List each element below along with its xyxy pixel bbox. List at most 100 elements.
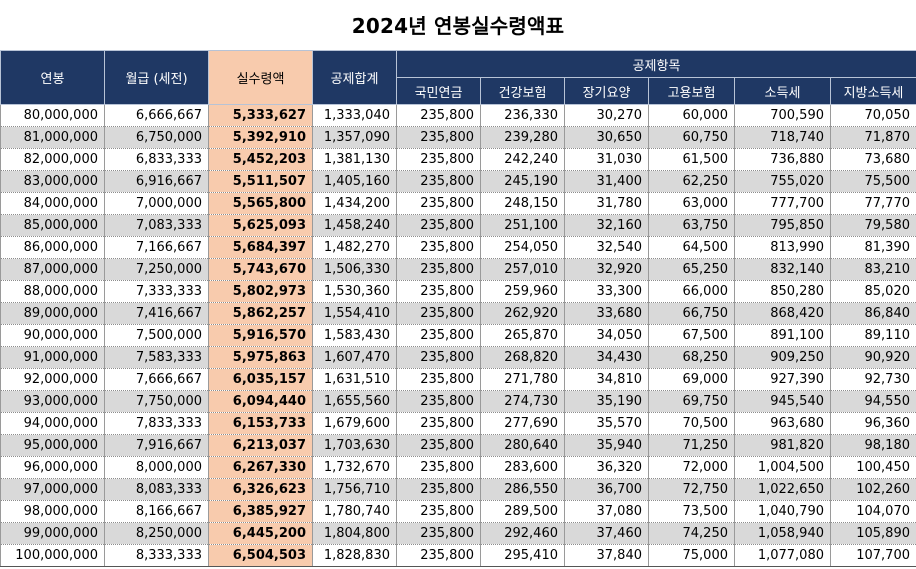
employment-cell[interactable]: 62,250 xyxy=(648,170,735,193)
employment-cell[interactable]: 63,000 xyxy=(648,192,735,215)
local-tax-cell[interactable]: 92,730 xyxy=(830,368,916,391)
employment-cell[interactable]: 73,500 xyxy=(648,500,735,523)
pension-cell[interactable]: 235,800 xyxy=(396,170,481,193)
health-cell[interactable]: 254,050 xyxy=(480,236,565,259)
health-cell[interactable]: 289,500 xyxy=(480,500,565,523)
income-tax-cell[interactable]: 777,700 xyxy=(734,192,831,215)
longterm-care-cell[interactable]: 31,400 xyxy=(564,170,649,193)
longterm-care-cell[interactable]: 33,300 xyxy=(564,280,649,303)
net-pay-cell[interactable]: 5,975,863 xyxy=(208,346,313,369)
health-cell[interactable]: 295,410 xyxy=(480,544,565,567)
health-cell[interactable]: 245,190 xyxy=(480,170,565,193)
local-tax-cell[interactable]: 90,920 xyxy=(830,346,916,369)
net-pay-cell[interactable]: 6,385,927 xyxy=(208,500,313,523)
employment-cell[interactable]: 61,500 xyxy=(648,148,735,171)
income-tax-cell[interactable]: 963,680 xyxy=(734,412,831,435)
monthly-cell[interactable]: 8,166,667 xyxy=(104,500,209,523)
total-deduction-cell[interactable]: 1,655,560 xyxy=(312,390,397,413)
local-tax-cell[interactable]: 107,700 xyxy=(830,544,916,567)
income-tax-cell[interactable]: 850,280 xyxy=(734,280,831,303)
local-tax-cell[interactable]: 77,770 xyxy=(830,192,916,215)
header-total-deduction[interactable]: 공제합계 xyxy=(312,50,397,105)
income-tax-cell[interactable]: 832,140 xyxy=(734,258,831,281)
longterm-care-cell[interactable]: 37,840 xyxy=(564,544,649,567)
net-pay-cell[interactable]: 5,625,093 xyxy=(208,214,313,237)
total-deduction-cell[interactable]: 1,554,410 xyxy=(312,302,397,325)
local-tax-cell[interactable]: 75,500 xyxy=(830,170,916,193)
net-pay-cell[interactable]: 5,802,973 xyxy=(208,280,313,303)
longterm-care-cell[interactable]: 31,780 xyxy=(564,192,649,215)
longterm-care-cell[interactable]: 35,190 xyxy=(564,390,649,413)
pension-cell[interactable]: 235,800 xyxy=(396,544,481,567)
pension-cell[interactable]: 235,800 xyxy=(396,258,481,281)
health-cell[interactable]: 236,330 xyxy=(480,104,565,127)
total-deduction-cell[interactable]: 1,679,600 xyxy=(312,412,397,435)
income-tax-cell[interactable]: 755,020 xyxy=(734,170,831,193)
total-deduction-cell[interactable]: 1,732,670 xyxy=(312,456,397,479)
longterm-care-cell[interactable]: 30,650 xyxy=(564,126,649,149)
pension-cell[interactable]: 235,800 xyxy=(396,324,481,347)
health-cell[interactable]: 262,920 xyxy=(480,302,565,325)
local-tax-cell[interactable]: 98,180 xyxy=(830,434,916,457)
employment-cell[interactable]: 75,000 xyxy=(648,544,735,567)
total-deduction-cell[interactable]: 1,458,240 xyxy=(312,214,397,237)
header-longterm-care[interactable]: 장기요양 xyxy=(564,77,649,105)
longterm-care-cell[interactable]: 35,570 xyxy=(564,412,649,435)
pension-cell[interactable]: 235,800 xyxy=(396,104,481,127)
income-tax-cell[interactable]: 718,740 xyxy=(734,126,831,149)
local-tax-cell[interactable]: 105,890 xyxy=(830,522,916,545)
pension-cell[interactable]: 235,800 xyxy=(396,192,481,215)
longterm-care-cell[interactable]: 34,810 xyxy=(564,368,649,391)
pension-cell[interactable]: 235,800 xyxy=(396,214,481,237)
income-tax-cell[interactable]: 795,850 xyxy=(734,214,831,237)
income-tax-cell[interactable]: 927,390 xyxy=(734,368,831,391)
monthly-cell[interactable]: 7,916,667 xyxy=(104,434,209,457)
salary-cell[interactable]: 81,000,000 xyxy=(0,126,105,149)
local-tax-cell[interactable]: 83,210 xyxy=(830,258,916,281)
monthly-cell[interactable]: 7,833,333 xyxy=(104,412,209,435)
monthly-cell[interactable]: 8,250,000 xyxy=(104,522,209,545)
longterm-care-cell[interactable]: 31,030 xyxy=(564,148,649,171)
income-tax-cell[interactable]: 1,022,650 xyxy=(734,478,831,501)
total-deduction-cell[interactable]: 1,357,090 xyxy=(312,126,397,149)
longterm-care-cell[interactable]: 36,320 xyxy=(564,456,649,479)
net-pay-cell[interactable]: 6,326,623 xyxy=(208,478,313,501)
net-pay-cell[interactable]: 5,511,507 xyxy=(208,170,313,193)
income-tax-cell[interactable]: 909,250 xyxy=(734,346,831,369)
health-cell[interactable]: 280,640 xyxy=(480,434,565,457)
header-income-tax[interactable]: 소득세 xyxy=(734,77,831,105)
local-tax-cell[interactable]: 81,390 xyxy=(830,236,916,259)
monthly-cell[interactable]: 6,666,667 xyxy=(104,104,209,127)
header-monthly-pretax[interactable]: 월급 (세전) xyxy=(104,50,209,105)
health-cell[interactable]: 277,690 xyxy=(480,412,565,435)
income-tax-cell[interactable]: 813,990 xyxy=(734,236,831,259)
net-pay-cell[interactable]: 5,684,397 xyxy=(208,236,313,259)
salary-cell[interactable]: 80,000,000 xyxy=(0,104,105,127)
health-cell[interactable]: 268,820 xyxy=(480,346,565,369)
pension-cell[interactable]: 235,800 xyxy=(396,478,481,501)
longterm-care-cell[interactable]: 34,050 xyxy=(564,324,649,347)
employment-cell[interactable]: 66,000 xyxy=(648,280,735,303)
salary-cell[interactable]: 97,000,000 xyxy=(0,478,105,501)
longterm-care-cell[interactable]: 34,430 xyxy=(564,346,649,369)
employment-cell[interactable]: 69,750 xyxy=(648,390,735,413)
pension-cell[interactable]: 235,800 xyxy=(396,148,481,171)
total-deduction-cell[interactable]: 1,631,510 xyxy=(312,368,397,391)
longterm-care-cell[interactable]: 32,540 xyxy=(564,236,649,259)
employment-cell[interactable]: 66,750 xyxy=(648,302,735,325)
monthly-cell[interactable]: 7,083,333 xyxy=(104,214,209,237)
net-pay-cell[interactable]: 5,452,203 xyxy=(208,148,313,171)
pension-cell[interactable]: 235,800 xyxy=(396,236,481,259)
total-deduction-cell[interactable]: 1,703,630 xyxy=(312,434,397,457)
income-tax-cell[interactable]: 981,820 xyxy=(734,434,831,457)
net-pay-cell[interactable]: 6,504,503 xyxy=(208,544,313,567)
salary-cell[interactable]: 94,000,000 xyxy=(0,412,105,435)
monthly-cell[interactable]: 7,250,000 xyxy=(104,258,209,281)
salary-cell[interactable]: 84,000,000 xyxy=(0,192,105,215)
local-tax-cell[interactable]: 70,050 xyxy=(830,104,916,127)
local-tax-cell[interactable]: 100,450 xyxy=(830,456,916,479)
salary-cell[interactable]: 100,000,000 xyxy=(0,544,105,567)
monthly-cell[interactable]: 7,583,333 xyxy=(104,346,209,369)
total-deduction-cell[interactable]: 1,530,360 xyxy=(312,280,397,303)
monthly-cell[interactable]: 8,083,333 xyxy=(104,478,209,501)
